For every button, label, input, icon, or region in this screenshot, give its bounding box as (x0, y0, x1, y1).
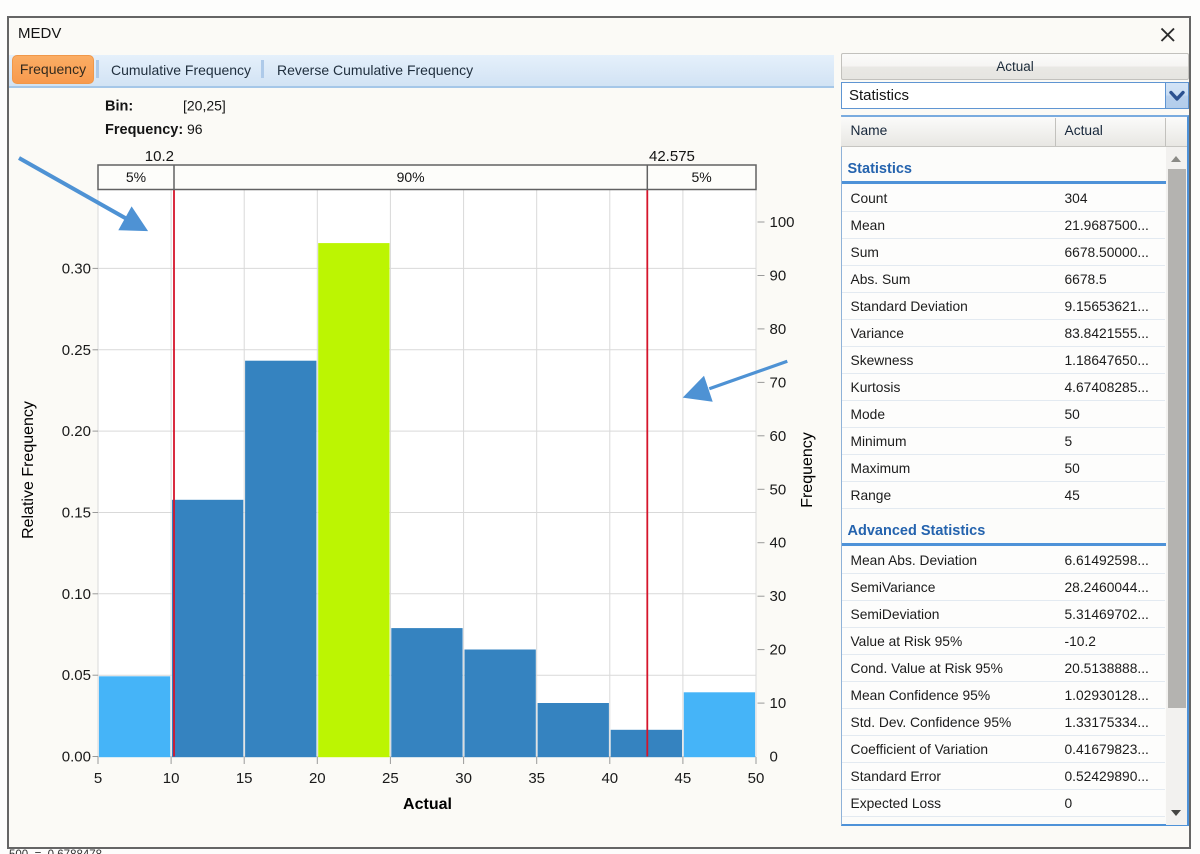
svg-text:0.00: 0.00 (62, 749, 91, 766)
svg-text:0.10: 0.10 (62, 586, 91, 603)
svg-text:[20,25]: [20,25] (183, 98, 226, 114)
svg-text:20: 20 (770, 642, 787, 659)
svg-text:Frequency: Frequency (799, 432, 816, 508)
svg-text:90: 90 (770, 268, 787, 285)
svg-text:40: 40 (601, 770, 618, 787)
svg-text:Bin:: Bin: (105, 99, 133, 115)
svg-text:0.05: 0.05 (62, 667, 91, 684)
svg-text:70: 70 (770, 374, 787, 391)
svg-text:Relative Frequency: Relative Frequency (20, 401, 37, 539)
svg-text:10: 10 (770, 695, 787, 712)
svg-text:5%: 5% (691, 169, 711, 185)
svg-text:80: 80 (770, 321, 787, 338)
svg-text:42.575: 42.575 (649, 148, 695, 165)
svg-text:0.20: 0.20 (62, 423, 91, 440)
svg-text:0.30: 0.30 (62, 260, 91, 277)
svg-text:0: 0 (770, 749, 778, 766)
svg-text:50: 50 (748, 770, 765, 787)
svg-text:5%: 5% (126, 169, 146, 185)
svg-text:30: 30 (770, 588, 787, 605)
svg-text:0.15: 0.15 (62, 505, 91, 522)
svg-text:25: 25 (382, 770, 399, 787)
svg-text:5: 5 (94, 770, 102, 787)
svg-text:35: 35 (528, 770, 545, 787)
svg-text:100: 100 (770, 214, 795, 231)
svg-text:90%: 90% (397, 169, 425, 185)
svg-text:Frequency:: Frequency: (105, 122, 183, 138)
svg-text:45: 45 (675, 770, 692, 787)
svg-text:96: 96 (187, 121, 203, 137)
svg-text:30: 30 (455, 770, 472, 787)
svg-text:20: 20 (309, 770, 326, 787)
svg-text:10: 10 (163, 770, 180, 787)
svg-text:50: 50 (770, 481, 787, 498)
svg-text:10.2: 10.2 (145, 148, 174, 165)
svg-text:40: 40 (770, 535, 787, 552)
svg-text:15: 15 (236, 770, 253, 787)
svg-text:0.25: 0.25 (62, 342, 91, 359)
svg-text:60: 60 (770, 428, 787, 445)
svg-text:Actual: Actual (403, 796, 452, 813)
